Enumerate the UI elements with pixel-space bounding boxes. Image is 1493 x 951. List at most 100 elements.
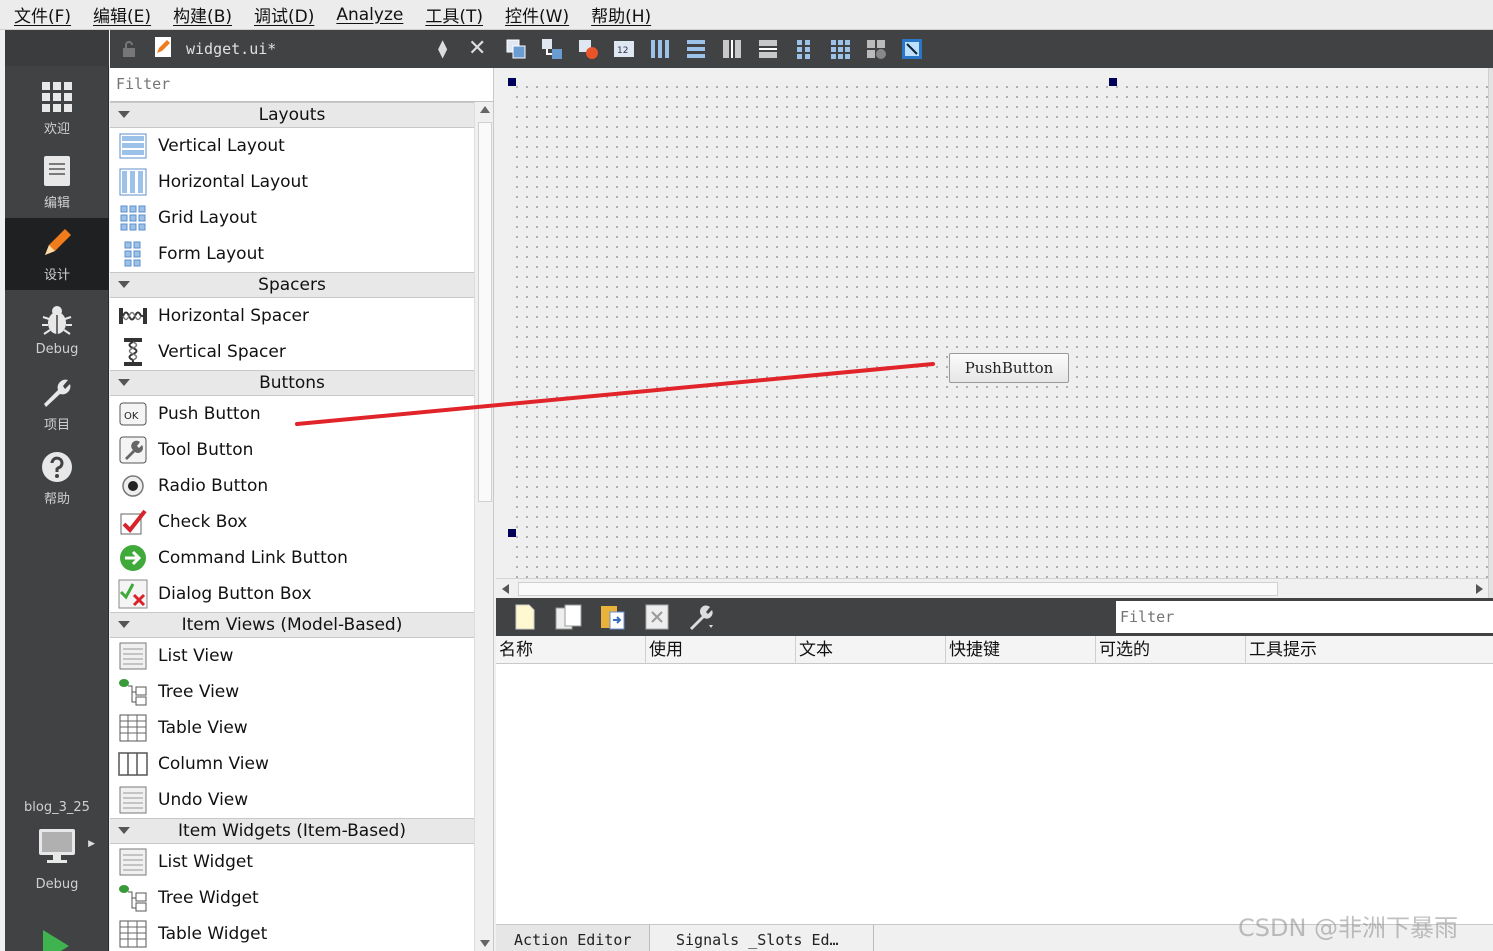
menu-analyze[interactable]: Analyze [336,5,403,25]
list-widget-icon [118,847,148,877]
menu-help[interactable]: 帮助(H) [591,2,651,27]
horizontal-layout-icon [118,167,148,197]
close-file-icon[interactable]: ✕ [468,36,486,61]
open-file-name[interactable]: widget.ui* [186,40,276,58]
menu-tools[interactable]: 工具(T) [425,2,483,27]
layout-splitter-v-icon[interactable] [754,35,782,63]
widget-item-push-button[interactable]: OK Push Button [110,396,474,432]
widget-label: Form Layout [158,244,265,264]
category-layouts[interactable]: Layouts [110,102,474,128]
resize-handle[interactable] [1109,78,1117,86]
scroll-left-icon[interactable] [502,584,509,594]
column-header[interactable]: 文本 [796,636,946,664]
edit-signals-icon[interactable] [538,35,566,63]
bug-icon [40,304,74,338]
widget-item-command-link-button[interactable]: Command Link Button [110,540,474,576]
scroll-thumb[interactable] [478,122,492,502]
widget-item-table-widget[interactable]: Table Widget [110,916,474,951]
widget-item-horizontal-layout[interactable]: Horizontal Layout [110,164,474,200]
mode-welcome[interactable]: 欢迎 [5,72,109,144]
run-icon[interactable] [41,930,71,951]
category-title: Item Views (Model-Based) [181,615,403,635]
widget-item-vertical-layout[interactable]: Vertical Layout [110,128,474,164]
edit-tab-order-icon[interactable]: 12 [610,35,638,63]
edit-buddies-icon[interactable] [574,35,602,63]
lock-icon[interactable] [120,40,138,58]
widget-item-horizontal-spacer[interactable]: Horizontal Spacer [110,298,474,334]
canvas-horizontal-scrollbar[interactable] [496,578,1493,598]
tab-action-editor[interactable]: Action Editor [496,925,650,951]
resize-handle[interactable] [508,529,516,537]
category-spacers[interactable]: Spacers [110,272,474,298]
widget-item-tree-view[interactable]: Tree View [110,674,474,710]
resize-handle[interactable] [508,78,516,86]
widget-item-check-box[interactable]: Check Box [110,504,474,540]
layout-splitter-h-icon[interactable] [718,35,746,63]
action-filter-input[interactable] [1116,601,1493,633]
column-header[interactable]: 名称 [496,636,646,664]
canvas-vertical-scrollbar[interactable] [1488,68,1493,598]
radio-button-icon [118,471,148,501]
layout-grid-icon[interactable] [826,35,854,63]
menu-debug[interactable]: 调试(D) [254,2,314,27]
delete-action-icon[interactable] [642,602,672,632]
scroll-up-icon[interactable] [480,106,490,113]
widget-item-tree-widget[interactable]: Tree Widget [110,880,474,916]
project-selector[interactable]: blog_3_25 ▶ Debug [5,800,109,892]
widget-item-table-view[interactable]: Table View [110,710,474,746]
help-icon [40,450,74,484]
tab-signals-slots-editor[interactable]: Signals _Slots Ed… [658,925,874,951]
column-header[interactable]: 工具提示 [1246,636,1493,664]
category-item-widgets[interactable]: Item Widgets (Item-Based) [110,818,474,844]
menu-widgets[interactable]: 控件(W) [505,2,569,27]
column-header[interactable]: 使用 [646,636,796,664]
column-header[interactable]: 快捷键 [946,636,1096,664]
check-box-icon [118,507,148,537]
widget-item-radio-button[interactable]: Radio Button [110,468,474,504]
paste-action-icon[interactable] [598,602,628,632]
layout-form-icon[interactable] [790,35,818,63]
widget-item-grid-layout[interactable]: Grid Layout [110,200,474,236]
menu-file[interactable]: 文件(F) [14,2,71,27]
column-header[interactable]: 可选的 [1096,636,1246,664]
mode-help[interactable]: 帮助 [5,442,109,514]
form-widget[interactable]: PushButton [508,78,1492,582]
layout-horizontal-icon[interactable] [646,35,674,63]
scroll-right-icon[interactable] [1476,584,1483,594]
widget-label: Tool Button [158,440,254,460]
widget-item-tool-button[interactable]: Tool Button [110,432,474,468]
action-table-body[interactable] [496,664,1493,924]
menu-edit[interactable]: 编辑(E) [93,2,151,27]
widget-item-list-view[interactable]: List View [110,638,474,674]
layout-vertical-icon[interactable] [682,35,710,63]
break-layout-icon[interactable] [862,35,890,63]
mode-projects[interactable]: 项目 [5,368,109,440]
widget-box-scrollbar[interactable] [474,102,493,951]
widget-item-dialog-button-box[interactable]: Dialog Button Box [110,576,474,612]
category-item-views[interactable]: Item Views (Model-Based) [110,612,474,638]
file-switch-icon[interactable]: ▲ ▼ [438,38,447,59]
widget-item-undo-view[interactable]: Undo View [110,782,474,818]
configure-action-icon[interactable] [686,602,716,632]
widget-item-form-layout[interactable]: Form Layout [110,236,474,272]
new-action-icon[interactable] [510,602,540,632]
mode-edit[interactable]: 编辑 [5,146,109,218]
scroll-thumb[interactable] [518,582,1278,596]
mode-debug[interactable]: Debug [5,294,109,366]
expand-arrow-icon: ▶ [88,839,95,849]
form-push-button[interactable]: PushButton [949,353,1069,383]
menu-build[interactable]: 构建(B) [173,2,232,27]
widget-item-vertical-spacer[interactable]: Vertical Spacer [110,334,474,370]
edit-widgets-icon[interactable] [502,35,530,63]
widget-label: Table View [158,718,248,738]
widget-item-list-widget[interactable]: List Widget [110,844,474,880]
mode-sidebar-header [5,30,109,66]
widget-filter-input[interactable] [110,68,470,100]
scroll-down-icon[interactable] [480,940,490,947]
adjust-size-icon[interactable] [898,35,926,63]
category-buttons[interactable]: Buttons [110,370,474,396]
mode-design[interactable]: 设计 [5,218,109,290]
copy-action-icon[interactable] [554,602,584,632]
widget-item-column-view[interactable]: Column View [110,746,474,782]
widget-label: Horizontal Layout [158,172,308,192]
